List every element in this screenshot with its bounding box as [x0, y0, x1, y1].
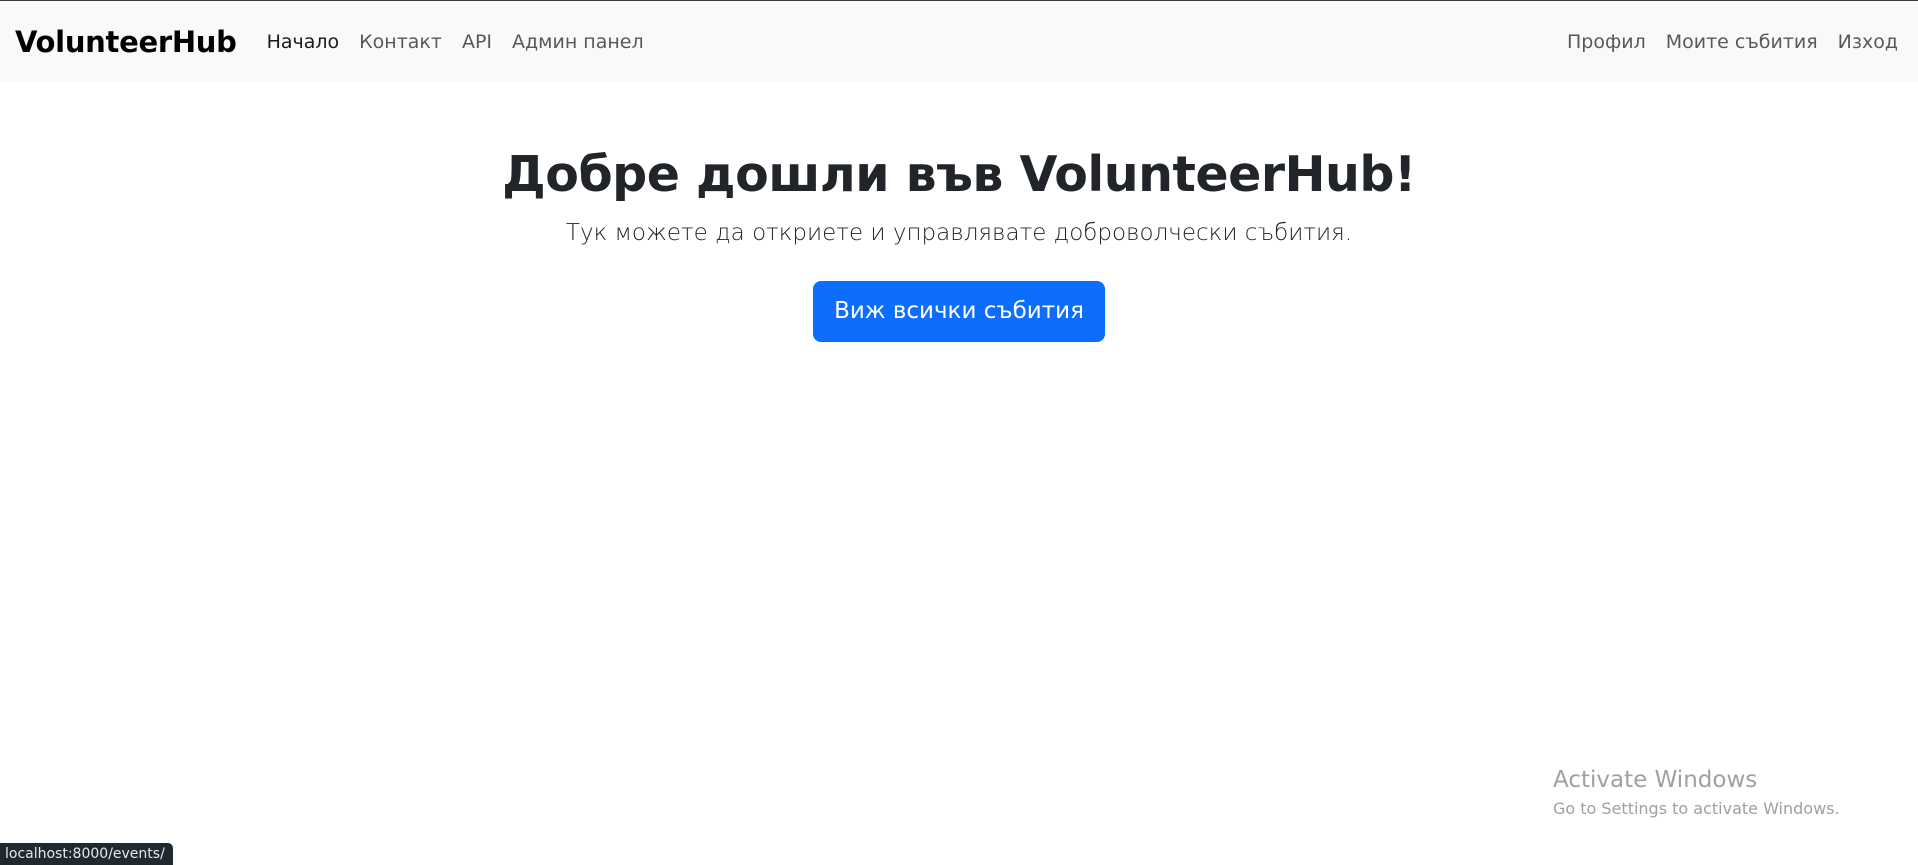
hero-section: Добре дошли във VolunteerHub! Тук можете… [0, 140, 1918, 342]
nav-link-profile[interactable]: Профил [1567, 31, 1646, 53]
view-all-events-button[interactable]: Виж всички събития [813, 281, 1105, 342]
page-title: Добре дошли във VolunteerHub! [502, 146, 1416, 203]
nav-right-links: Профил Моите събития Изход [1567, 31, 1898, 53]
nav-left-links: Начало Контакт API Админ панел [267, 31, 664, 53]
nav-link-api[interactable]: API [462, 31, 492, 53]
nav-link-admin[interactable]: Админ панел [512, 31, 644, 53]
status-bar-url: localhost:8000/events/ [0, 843, 173, 865]
navbar: VolunteerHub Начало Контакт API Админ па… [0, 1, 1918, 82]
brand-link[interactable]: VolunteerHub [15, 25, 237, 59]
nav-link-home[interactable]: Начало [267, 31, 340, 53]
watermark-title: Activate Windows [1553, 767, 1758, 793]
page-subtitle: Тук можете да откриете и управлявате доб… [565, 220, 1353, 246]
watermark-subtitle: Go to Settings to activate Windows. [1553, 799, 1840, 818]
nav-link-logout[interactable]: Изход [1838, 31, 1898, 53]
nav-link-my-events[interactable]: Моите събития [1666, 31, 1818, 53]
activate-windows-watermark: Activate Windows Go to Settings to activ… [1553, 765, 1840, 820]
nav-link-contact[interactable]: Контакт [359, 31, 442, 53]
